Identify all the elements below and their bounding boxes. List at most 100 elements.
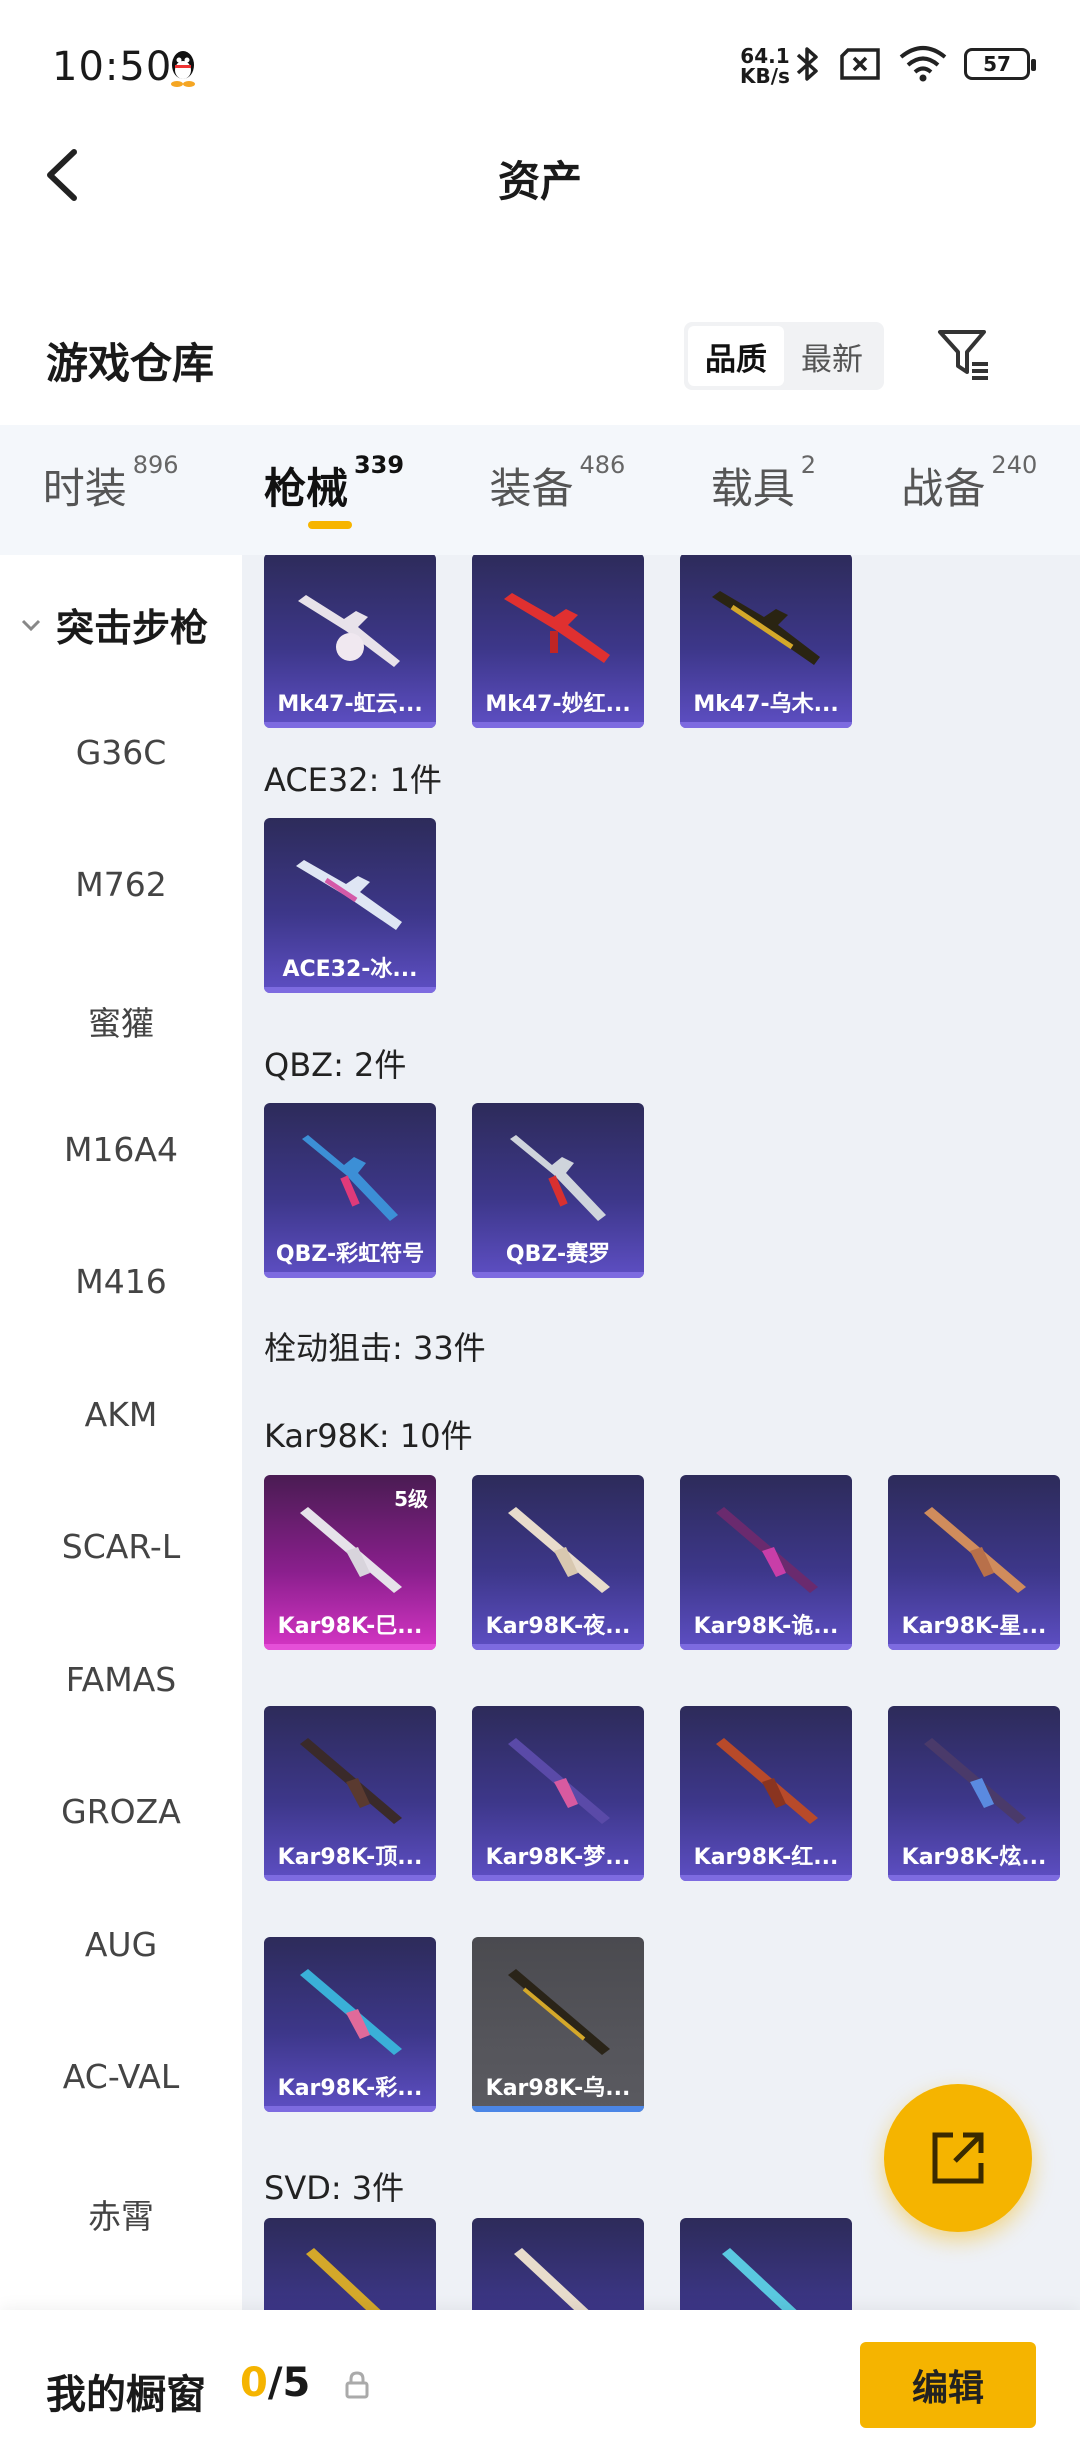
showcase-count: 0/5 [240, 2360, 310, 2406]
showcase-label: 我的橱窗 [46, 2372, 206, 2418]
net-speed: 64.1 KB/s [740, 46, 790, 86]
weapon-card-name: Mk47-虹云... [277, 692, 423, 717]
weapon-card[interactable]: Kar98K-红... [680, 1706, 852, 1881]
weapon-card-name: Kar98K-顶... [277, 1845, 423, 1870]
sort-quality-button[interactable]: 品质 [688, 326, 784, 386]
rifle-image [306, 2248, 381, 2310]
rarity-bar [264, 1875, 436, 1881]
status-icons: 57 [792, 44, 1036, 84]
sidebar-item-g36c[interactable]: G36C [0, 733, 242, 772]
rifle-image [508, 1969, 610, 2055]
weapon-card[interactable]: Kar98K-梦... [472, 1706, 644, 1881]
tab-label: 装备 [489, 464, 574, 513]
page-title: 资产 [497, 157, 582, 206]
wifi-icon [899, 46, 947, 82]
rifle-image [924, 1738, 1026, 1824]
category-title-svd: SVD: 3件 [264, 2169, 405, 2207]
net-speed-unit: KB/s [740, 64, 790, 88]
rifle-image [514, 2248, 589, 2310]
weapon-card[interactable]: Mk47-乌木... [680, 555, 852, 728]
weapon-card[interactable] [472, 2218, 644, 2310]
status-bar: 10:50 64.1 KB/s 57 [0, 0, 1080, 135]
sidebar-item-ac-val[interactable]: AC-VAL [0, 2057, 242, 2096]
lock-icon [345, 2371, 369, 2399]
sidebar-item-m16a4[interactable]: M16A4 [0, 1130, 242, 1169]
sidebar-group-label: 突击步枪 [56, 606, 209, 650]
rifle-image [508, 1738, 610, 1824]
rarity-bar [264, 2106, 436, 2112]
category-title-ace32: ACE32: 1件 [264, 761, 442, 799]
weapon-card-name: Kar98K-乌... [485, 2076, 631, 2101]
rarity-bar [680, 722, 852, 728]
weapon-card-name: Kar98K-彩... [277, 2076, 423, 2101]
category-title-kar98k: Kar98K: 10件 [264, 1417, 473, 1455]
weapon-card-name: ACE32-冰... [282, 957, 418, 982]
rifle-image [712, 591, 820, 665]
tab-label: 战备 [901, 464, 986, 513]
sidebar-item-m416[interactable]: M416 [0, 1262, 242, 1301]
weapon-card[interactable] [264, 2218, 436, 2310]
sidebar-item-groza[interactable]: GROZA [0, 1792, 242, 1831]
rarity-bar [264, 987, 436, 993]
rifle-image [300, 1738, 402, 1824]
sidebar-item-akm[interactable]: AKM [0, 1395, 242, 1434]
edit-button[interactable]: 编辑 [860, 2342, 1036, 2428]
sidebar-item-aug[interactable]: AUG [0, 1925, 242, 1964]
battery-indicator: 57 [964, 48, 1036, 80]
sidebar-item-chixiao[interactable]: 赤霄 [0, 2190, 242, 2238]
rarity-bar [888, 1875, 1060, 1881]
tab-label: 载具 [710, 464, 795, 513]
weapon-card-name: QBZ-彩虹符号 [275, 1242, 425, 1267]
weapon-card[interactable]: Mk47-虹云... [264, 555, 436, 728]
tab-equipment[interactable]: 装备 486 [489, 451, 625, 516]
rarity-bar [264, 1644, 436, 1650]
weapon-card[interactable]: ACE32-冰... [264, 818, 436, 993]
tab-fashion[interactable]: 时装 896 [43, 451, 179, 516]
sidebar-item-m762[interactable]: M762 [0, 865, 242, 904]
tab-vehicles[interactable]: 载具 2 [710, 451, 816, 516]
weapon-card[interactable]: Kar98K-顶... [264, 1706, 436, 1881]
weapon-card[interactable]: 5级 Kar98K-巳... [264, 1475, 436, 1650]
filter-icon[interactable] [936, 326, 992, 382]
weapon-card[interactable]: Kar98K-诡... [680, 1475, 852, 1650]
tab-count: 240 [991, 451, 1038, 479]
app-root: 10:50 64.1 KB/s 57 资产 游戏仓库 品质 最新 时装 896 … [0, 0, 1080, 2460]
rifle-image [510, 1135, 606, 1221]
weapon-card[interactable]: Kar98K-夜... [472, 1475, 644, 1650]
rifle-image [504, 593, 610, 663]
rifle-image [302, 1135, 398, 1221]
sort-newest-button[interactable]: 最新 [784, 326, 880, 386]
sim-off-icon [840, 48, 880, 80]
tab-count: 896 [132, 451, 179, 479]
showcase-total: /5 [267, 2360, 311, 2406]
sort-segmented-control: 品质 最新 [684, 322, 884, 390]
share-icon [932, 2132, 984, 2184]
rarity-bar [680, 1875, 852, 1881]
tab-label: 枪械 [263, 464, 348, 513]
tab-supplies[interactable]: 战备 240 [901, 451, 1037, 516]
weapon-card[interactable]: Kar98K-炫... [888, 1706, 1060, 1881]
rifle-image [508, 1507, 610, 1593]
sidebar-group-assault-rifle[interactable]: 突击步枪 [18, 597, 208, 652]
rifle-image [296, 860, 402, 930]
weapon-grid: Mk47-虹云... Mk47-妙红... Mk47-乌木... ACE32: … [242, 555, 1080, 2310]
net-speed-value: 64.1 [740, 44, 790, 68]
weapon-card[interactable]: Mk47-妙红... [472, 555, 644, 728]
tab-count: 2 [800, 451, 816, 479]
share-fab-button[interactable] [884, 2084, 1032, 2232]
sidebar-item-famas[interactable]: FAMAS [0, 1660, 242, 1699]
weapon-card-name: Kar98K-星... [901, 1614, 1047, 1639]
sidebar-item-honey-badger[interactable]: 蜜獾 [0, 997, 242, 1045]
weapon-card[interactable]: Kar98K-乌... [472, 1937, 644, 2112]
sidebar-item-scar-l[interactable]: SCAR-L [0, 1527, 242, 1566]
rarity-bar [264, 1272, 436, 1278]
weapon-card[interactable]: QBZ-彩虹符号 [264, 1103, 436, 1278]
tab-weapons[interactable]: 枪械 339 [263, 451, 404, 529]
weapon-card[interactable]: Kar98K-星... [888, 1475, 1060, 1650]
weapon-card[interactable] [680, 2218, 852, 2310]
rarity-bar [264, 722, 436, 728]
weapon-card[interactable]: QBZ-赛罗 [472, 1103, 644, 1278]
rarity-bar [472, 1272, 644, 1278]
weapon-type-sidebar: 突击步枪 G36C M762 蜜獾 M16A4 M416 AKM SCAR-L … [0, 555, 242, 2310]
weapon-card[interactable]: Kar98K-彩... [264, 1937, 436, 2112]
